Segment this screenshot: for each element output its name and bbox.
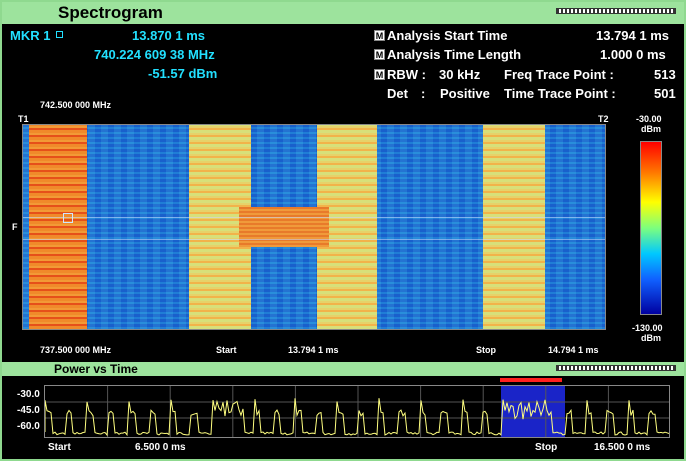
spectrogram-start-label: Start [216,345,237,355]
power-vs-time-plot[interactable] [44,385,670,438]
marker-square-icon [56,31,64,38]
freq-trace-point-label: Freq Trace Point : [504,67,614,82]
colorbar-top-value: -30.00 [636,114,662,124]
spectrogram-title-bar: Spectrogram [2,2,684,24]
frequency-marker-line [23,217,605,218]
marker-time: 13.870 1 ms [132,28,206,43]
spectrogram-plot[interactable] [22,124,606,330]
pvt-stop-label: Stop [535,442,558,453]
pvt-y-tick: -60.0 [17,421,40,432]
bottom-frequency-label: 737.500 000 MHz [40,345,112,355]
pvt-trace-svg [45,386,669,437]
colorbar-top-unit: dBm [641,124,661,134]
colorbar-bottom-value: -130.00 [632,323,663,333]
pvt-stop-value: 16.500 0 ms [594,442,651,453]
spectrogram-stop-value: 14.794 1 ms [548,345,599,355]
t1-marker-label: T1 [18,114,29,124]
manual-icon: M [374,30,385,41]
det-value: Positive [440,86,490,101]
signal-burst [239,207,329,247]
spectrogram-stop-label: Stop [476,345,496,355]
frequency-marker-line [23,239,605,240]
analysis-time-length-value: 1.000 0 ms [600,47,666,62]
marker-1-box[interactable] [63,213,73,223]
title-bar-dots [556,8,676,14]
signal-band [29,125,87,329]
spectrogram-title: Spectrogram [58,3,163,22]
det-colon: : [421,86,426,101]
manual-icon: M [374,49,385,60]
time-trace-point-value: 501 [654,86,676,101]
time-trace-point-label: Time Trace Point : [504,86,616,101]
colorbar-bottom-unit: dBm [641,333,661,343]
spectrogram-start-value: 13.794 1 ms [288,345,339,355]
marker-label[interactable]: MKR 1 [10,28,64,43]
pvt-start-value: 6.500 0 ms [135,442,186,453]
pvt-title-bar-dots [556,365,676,371]
t2-marker-label: T2 [598,114,609,124]
power-trace-line [45,398,669,437]
f-marker-label: F [12,222,18,232]
manual-icon: M [374,69,385,80]
det-label: Det [387,86,408,101]
analysis-range-indicator [500,378,562,382]
analysis-start-time-value: 13.794 1 ms [596,28,670,43]
marker-level: -51.57 dBm [148,66,218,81]
rbw-value: 30 kHz [439,67,481,82]
power-vs-time-title: Power vs Time [54,362,138,376]
power-vs-time-title-bar: Power vs Time [2,362,684,376]
pvt-y-tick: -45.0 [17,405,40,416]
top-frequency-label: 742.500 000 MHz [40,100,112,110]
pvt-y-tick: -30.0 [17,389,40,400]
marker-frequency: 740.224 609 38 MHz [94,47,215,62]
analysis-time-length-label[interactable]: M Analysis Time Length [374,47,521,62]
signal-band [483,125,545,329]
pvt-start-label: Start [48,442,71,453]
analysis-start-time-label[interactable]: M Analysis Start Time [374,28,507,43]
color-scale-bar [640,141,662,315]
rbw-label[interactable]: M RBW : [374,67,426,82]
freq-trace-point-value: 513 [654,67,676,82]
